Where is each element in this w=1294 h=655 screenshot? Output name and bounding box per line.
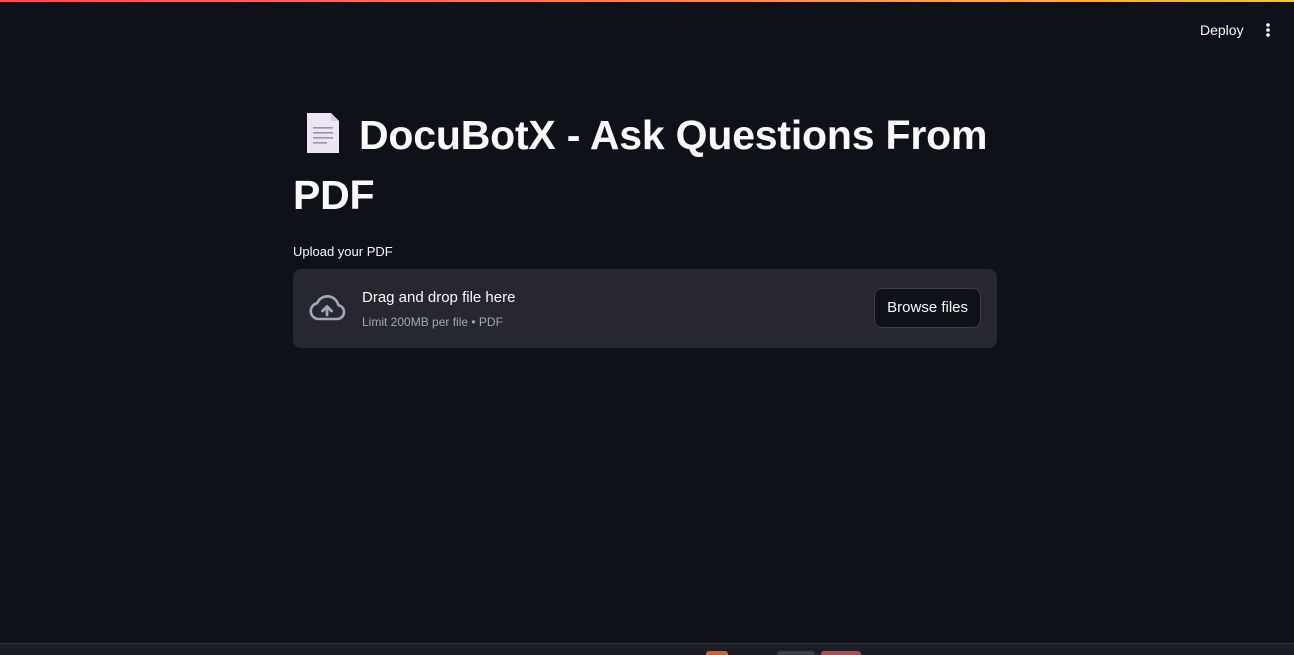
taskbar-item[interactable] — [821, 651, 861, 655]
page-title: DocuBotX - Ask Questions From PDF — [293, 108, 997, 222]
app-page: Deploy DocuBotX - Ask Questions From PDF — [0, 0, 1294, 655]
main-content: DocuBotX - Ask Questions From PDF Upload… — [293, 108, 997, 348]
app-header: Deploy — [0, 2, 1294, 58]
dropzone-title: Drag and drop file here — [362, 289, 516, 306]
browse-files-button[interactable]: Browse files — [874, 288, 981, 328]
deploy-button[interactable]: Deploy — [1192, 19, 1252, 41]
bottom-taskbar-strip — [0, 643, 1294, 655]
dropzone-limit-text: Limit 200MB per file • PDF — [362, 315, 503, 329]
taskbar-item[interactable] — [777, 651, 815, 655]
taskbar-item[interactable] — [706, 651, 728, 655]
uploader-label: Upload your PDF — [293, 244, 393, 259]
page-document-icon — [305, 111, 341, 168]
file-dropzone[interactable]: Drag and drop file here Limit 200MB per … — [293, 269, 997, 348]
dropzone-instructions: Drag and drop file here Limit 200MB per … — [362, 288, 515, 330]
pdf-file-uploader: Upload your PDF Drag and drop file here … — [293, 244, 997, 348]
vertical-ellipsis-icon — [1266, 23, 1270, 37]
page-title-text: DocuBotX - Ask Questions From PDF — [293, 112, 988, 218]
main-menu-button[interactable] — [1256, 19, 1280, 41]
cloud-upload-icon — [309, 294, 346, 321]
